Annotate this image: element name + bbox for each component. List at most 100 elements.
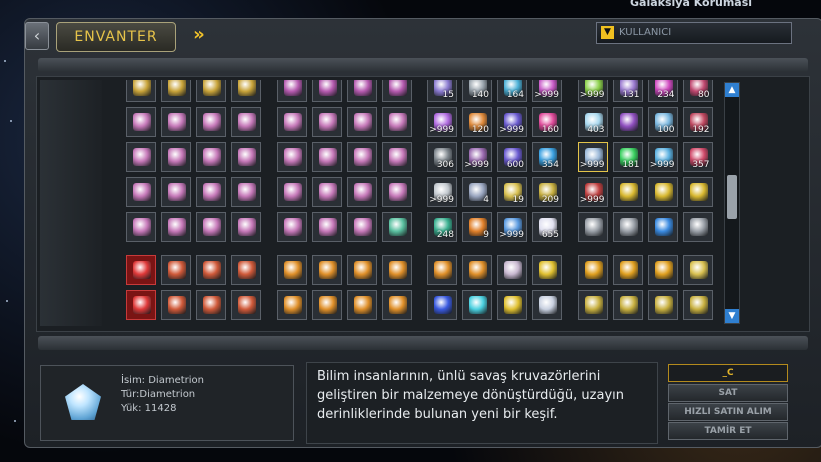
- scroll-down-icon[interactable]: ▼: [725, 309, 739, 323]
- inventory-slot[interactable]: [276, 177, 307, 207]
- inventory-slot[interactable]: [276, 212, 307, 242]
- inventory-slot[interactable]: 19: [497, 177, 527, 207]
- inventory-slot[interactable]: [231, 212, 261, 242]
- inventory-slot[interactable]: [311, 177, 342, 207]
- inventory-slot[interactable]: >999: [427, 107, 457, 137]
- inventory-slot[interactable]: [276, 107, 307, 137]
- double-chevron-right-icon[interactable]: »: [186, 24, 212, 46]
- inventory-slot[interactable]: [346, 212, 377, 242]
- inventory-slot[interactable]: 354: [532, 142, 562, 172]
- inventory-slot[interactable]: [462, 290, 492, 320]
- inventory-slot[interactable]: 357: [682, 142, 713, 172]
- inventory-slot[interactable]: [196, 80, 226, 102]
- inventory-slot[interactable]: [231, 80, 261, 102]
- inventory-slot[interactable]: [311, 80, 342, 102]
- inventory-slot[interactable]: >999: [577, 177, 608, 207]
- inventory-slot[interactable]: 160: [532, 107, 562, 137]
- inventory-slot[interactable]: [196, 290, 226, 320]
- inventory-slot[interactable]: 164: [497, 80, 527, 102]
- inventory-slot[interactable]: [612, 107, 643, 137]
- inventory-slot[interactable]: >999: [532, 80, 562, 102]
- inventory-slot[interactable]: >999: [577, 80, 608, 102]
- inventory-slot[interactable]: [381, 107, 412, 137]
- inventory-slot[interactable]: [647, 177, 678, 207]
- inventory-slot[interactable]: [196, 177, 226, 207]
- inventory-slot[interactable]: [161, 290, 191, 320]
- inventory-slot[interactable]: 600: [497, 142, 527, 172]
- inventory-slot[interactable]: [311, 142, 342, 172]
- inventory-slot[interactable]: 100: [647, 107, 678, 137]
- inventory-slot[interactable]: [311, 107, 342, 137]
- inventory-slot[interactable]: [231, 107, 261, 137]
- inventory-slot[interactable]: [346, 255, 377, 285]
- inventory-slot[interactable]: [577, 255, 608, 285]
- inventory-slot[interactable]: [126, 290, 156, 320]
- user-dropdown[interactable]: ▼ KULLANICI: [596, 22, 792, 44]
- inventory-slot[interactable]: [346, 177, 377, 207]
- inventory-slot[interactable]: 9: [462, 212, 492, 242]
- repair-button[interactable]: TAMİR ET: [668, 422, 788, 440]
- inventory-slot[interactable]: 403: [577, 107, 608, 137]
- inventory-slot[interactable]: [196, 142, 226, 172]
- inventory-slot[interactable]: [161, 255, 191, 285]
- inventory-slot[interactable]: [126, 212, 156, 242]
- inventory-slot[interactable]: [381, 142, 412, 172]
- inventory-slot[interactable]: [161, 142, 191, 172]
- inventory-slot[interactable]: [346, 142, 377, 172]
- inventory-slot[interactable]: [346, 80, 377, 102]
- inventory-slot[interactable]: [577, 290, 608, 320]
- inventory-slot[interactable]: [532, 255, 562, 285]
- inventory-slot[interactable]: 655: [532, 212, 562, 242]
- inventory-slot[interactable]: >999: [497, 107, 527, 137]
- inventory-slot[interactable]: [612, 212, 643, 242]
- inventory-slot[interactable]: [276, 80, 307, 102]
- inventory-scrollbar[interactable]: ▲ ▼: [724, 82, 740, 324]
- inventory-slot[interactable]: [682, 212, 713, 242]
- inventory-slot[interactable]: [311, 212, 342, 242]
- inventory-slot[interactable]: 120: [462, 107, 492, 137]
- inventory-slot[interactable]: [647, 255, 678, 285]
- inventory-slot[interactable]: 15: [427, 80, 457, 102]
- scroll-up-icon[interactable]: ▲: [725, 83, 739, 97]
- inventory-slot[interactable]: [311, 290, 342, 320]
- inventory-slot[interactable]: 140: [462, 80, 492, 102]
- inventory-slot[interactable]: [427, 290, 457, 320]
- inventory-slot[interactable]: [276, 290, 307, 320]
- inventory-slot[interactable]: [161, 212, 191, 242]
- inventory-slot[interactable]: [231, 177, 261, 207]
- inventory-slot[interactable]: [231, 290, 261, 320]
- inventory-slot[interactable]: [682, 255, 713, 285]
- chevron-left-icon[interactable]: ‹: [25, 22, 49, 50]
- inventory-slot[interactable]: [126, 142, 156, 172]
- sell-button[interactable]: SAT: [668, 384, 788, 402]
- tab-inventory[interactable]: ENVANTER: [56, 22, 176, 52]
- inventory-slot[interactable]: [126, 177, 156, 207]
- inventory-slot[interactable]: [346, 107, 377, 137]
- inventory-slot[interactable]: [126, 255, 156, 285]
- inventory-slot[interactable]: 306: [427, 142, 457, 172]
- inventory-slot[interactable]: [532, 290, 562, 320]
- inventory-slot[interactable]: [196, 107, 226, 137]
- inventory-slot[interactable]: [381, 290, 412, 320]
- inventory-slot[interactable]: [231, 142, 261, 172]
- inventory-slot[interactable]: [161, 107, 191, 137]
- inventory-slot[interactable]: [276, 142, 307, 172]
- inventory-slot[interactable]: [381, 255, 412, 285]
- inventory-slot[interactable]: [381, 80, 412, 102]
- inventory-slot[interactable]: [381, 212, 412, 242]
- inventory-slot[interactable]: [462, 255, 492, 285]
- inventory-slot[interactable]: 80: [682, 80, 713, 102]
- inventory-slot[interactable]: 192: [682, 107, 713, 137]
- inventory-slot[interactable]: [612, 290, 643, 320]
- inventory-slot[interactable]: [497, 290, 527, 320]
- inventory-slot[interactable]: 4: [462, 177, 492, 207]
- inventory-slot[interactable]: [196, 212, 226, 242]
- inventory-slot[interactable]: >999: [462, 142, 492, 172]
- inventory-slot[interactable]: 209: [532, 177, 562, 207]
- inventory-slot[interactable]: [161, 80, 191, 102]
- inventory-slot[interactable]: [682, 177, 713, 207]
- inventory-slot[interactable]: [647, 212, 678, 242]
- inventory-slot[interactable]: [682, 290, 713, 320]
- inventory-slot[interactable]: >999: [497, 212, 527, 242]
- dropdown-toggle-icon[interactable]: ▼: [601, 26, 614, 39]
